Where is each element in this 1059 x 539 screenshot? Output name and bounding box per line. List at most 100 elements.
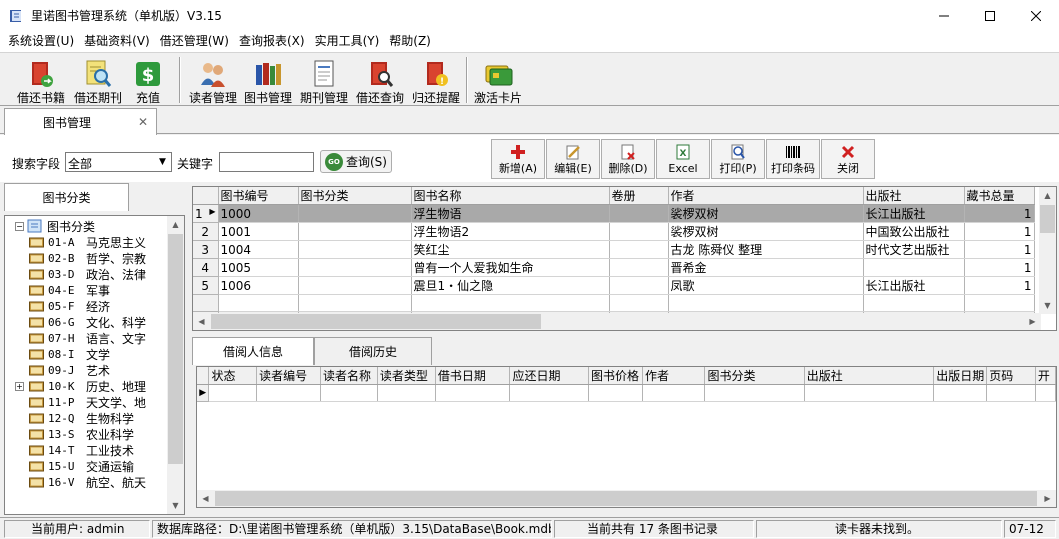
cell-category[interactable] (298, 222, 412, 241)
tab-close-icon[interactable]: ✕ (138, 115, 148, 129)
cell-total[interactable]: 1 (964, 240, 1035, 259)
scroll-left-icon[interactable]: ◀ (193, 313, 210, 330)
collapse-icon[interactable]: − (15, 221, 24, 231)
column-header-title[interactable]: 图书名称 (411, 187, 610, 205)
menu-help[interactable]: 帮助(Z) (384, 31, 436, 52)
scroll-right-icon[interactable]: ▶ (1039, 490, 1056, 507)
cell-volume[interactable] (609, 240, 669, 259)
excel-button[interactable]: X Excel (656, 139, 710, 179)
scroll-up-icon[interactable]: ▲ (1039, 187, 1056, 204)
query-button[interactable]: GO 查询(S) (320, 150, 392, 173)
tree-vertical-scrollbar[interactable]: ▲ ▼ (167, 216, 184, 514)
column-header-format[interactable]: 开 (1035, 367, 1056, 385)
scroll-up-icon[interactable]: ▲ (167, 216, 184, 233)
tab-borrower-info[interactable]: 借阅人信息 (192, 337, 314, 365)
cell-category[interactable] (298, 258, 412, 277)
column-header-borrow-date[interactable]: 借书日期 (435, 367, 511, 385)
scroll-down-icon[interactable]: ▼ (167, 497, 184, 514)
tree-item[interactable]: 13-S 农业科学 (29, 426, 134, 442)
cell-title[interactable]: 震旦1・仙之隐 (411, 276, 610, 295)
books-vertical-scrollbar[interactable]: ▲ ▼ (1039, 187, 1056, 314)
column-header-price[interactable]: 图书价格 (588, 367, 643, 385)
tab-book-management[interactable]: 图书管理 ✕ (4, 108, 157, 135)
books-hscroll-thumb[interactable] (211, 314, 541, 329)
tree-item[interactable]: 07-H 语言、文字 (29, 330, 146, 346)
toolbar-borrow-periodicals-button[interactable]: 借还期刊 (70, 55, 126, 105)
cell-publisher[interactable] (863, 258, 965, 277)
column-header-book-id[interactable]: 图书编号 (218, 187, 299, 205)
books-horizontal-scrollbar[interactable]: ◀ ▶ (193, 313, 1041, 330)
cell-category[interactable] (298, 204, 412, 223)
cell-volume[interactable] (609, 222, 669, 241)
books-scroll-thumb[interactable] (1040, 205, 1055, 233)
expand-icon[interactable]: + (15, 381, 24, 391)
menu-utilities[interactable]: 实用工具(Y) (310, 31, 385, 52)
column-header-author[interactable]: 作者 (668, 187, 864, 205)
cell-total[interactable]: 1 (964, 222, 1035, 241)
table-row[interactable]: 4 1005 曾有一个人爱我如生命 晋希金 1 (193, 258, 1035, 277)
search-field-select[interactable]: 全部 ▼ (65, 152, 172, 172)
loan-horizontal-scrollbar[interactable]: ◀ ▶ (197, 490, 1056, 507)
column-header-reader-id[interactable]: 读者编号 (256, 367, 321, 385)
tree-item[interactable]: 09-J 艺术 (29, 362, 110, 378)
tree-scroll-thumb[interactable] (168, 234, 183, 464)
cell-publisher[interactable]: 长江出版社 (863, 204, 965, 223)
table-row[interactable]: 2 1001 浮生物语2 裟椤双树 中国致公出版社 1 (193, 222, 1035, 241)
menu-loan-management[interactable]: 借还管理(W) (155, 31, 234, 52)
tree-item[interactable]: 01-A 马克思主义 (29, 234, 146, 250)
tree-item[interactable]: 16-V 航空、航天 (29, 474, 146, 490)
cell-publisher[interactable]: 中国致公出版社 (863, 222, 965, 241)
column-header-reader-name[interactable]: 读者名称 (320, 367, 378, 385)
tree-item[interactable]: 04-E 军事 (29, 282, 110, 298)
tree-item[interactable]: 03-D 政治、法律 (29, 266, 146, 282)
tab-book-category[interactable]: 图书分类 (4, 183, 129, 211)
table-row[interactable]: ▶ (197, 384, 1056, 402)
cell-book-id[interactable]: 1006 (218, 276, 299, 295)
tree-item[interactable]: 14-T 工业技术 (29, 442, 134, 458)
cell-volume[interactable] (609, 258, 669, 277)
table-row[interactable]: 5 1006 震旦1・仙之隐 凤歌 长江出版社 1 (193, 276, 1035, 295)
menu-query-reports[interactable]: 查询报表(X) (234, 31, 310, 52)
menu-basic-data[interactable]: 基础资料(V) (79, 31, 155, 52)
toolbar-activate-card-button[interactable]: 激活卡片 (471, 55, 525, 105)
cell-title[interactable]: 曾有一个人爱我如生命 (411, 258, 610, 277)
scroll-right-icon[interactable]: ▶ (1024, 313, 1041, 330)
cell-book-id[interactable]: 1004 (218, 240, 299, 259)
cell-volume[interactable] (609, 204, 669, 223)
cell-author[interactable]: 裟椤双树 (668, 222, 864, 241)
cell-book-id[interactable]: 1001 (218, 222, 299, 241)
column-header-publish-date[interactable]: 出版日期 (933, 367, 988, 385)
tree-item[interactable]: 08-I 文学 (29, 346, 110, 362)
print-barcode-button[interactable]: 打印条码 (766, 139, 820, 179)
cell-total[interactable]: 1 (964, 204, 1035, 223)
cell-book-id[interactable]: 1000 (218, 204, 299, 223)
menu-system-settings[interactable]: 系统设置(U) (3, 31, 79, 52)
cell-title[interactable]: 浮生物语 (411, 204, 610, 223)
column-header-category[interactable]: 图书分类 (704, 367, 805, 385)
cell-category[interactable] (298, 240, 412, 259)
tree-item[interactable]: 11-P 天文学、地 (29, 394, 146, 410)
tree-item[interactable]: 02-B 哲学、宗教 (29, 250, 146, 266)
cell-title[interactable]: 浮生物语2 (411, 222, 610, 241)
column-header-reader-type[interactable]: 读者类型 (377, 367, 436, 385)
column-header-author[interactable]: 作者 (642, 367, 706, 385)
toolbar-borrow-books-button[interactable]: 借还书籍 (12, 55, 70, 105)
cell-author[interactable]: 古龙 陈舜仪 整理 (668, 240, 864, 259)
edit-button[interactable]: 编辑(E) (546, 139, 600, 179)
cell-total[interactable]: 1 (964, 276, 1035, 295)
tree-item[interactable]: 05-F 经济 (29, 298, 110, 314)
cell-title[interactable]: 笑红尘 (411, 240, 610, 259)
cell-publisher[interactable]: 长江出版社 (863, 276, 965, 295)
cell-author[interactable]: 裟椤双树 (668, 204, 864, 223)
column-header-publisher[interactable]: 出版社 (863, 187, 965, 205)
column-header-total[interactable]: 藏书总量 (964, 187, 1035, 205)
cell-volume[interactable] (609, 276, 669, 295)
cell-total[interactable]: 1 (964, 258, 1035, 277)
maximize-button[interactable] (967, 0, 1013, 31)
column-header-due-date[interactable]: 应还日期 (509, 367, 590, 385)
loan-hscroll-thumb[interactable] (215, 491, 1037, 506)
tab-loan-history[interactable]: 借阅历史 (314, 337, 432, 365)
close-button[interactable]: 关闭 (821, 139, 875, 179)
delete-button[interactable]: 删除(D) (601, 139, 655, 179)
cell-author[interactable]: 晋希金 (668, 258, 864, 277)
